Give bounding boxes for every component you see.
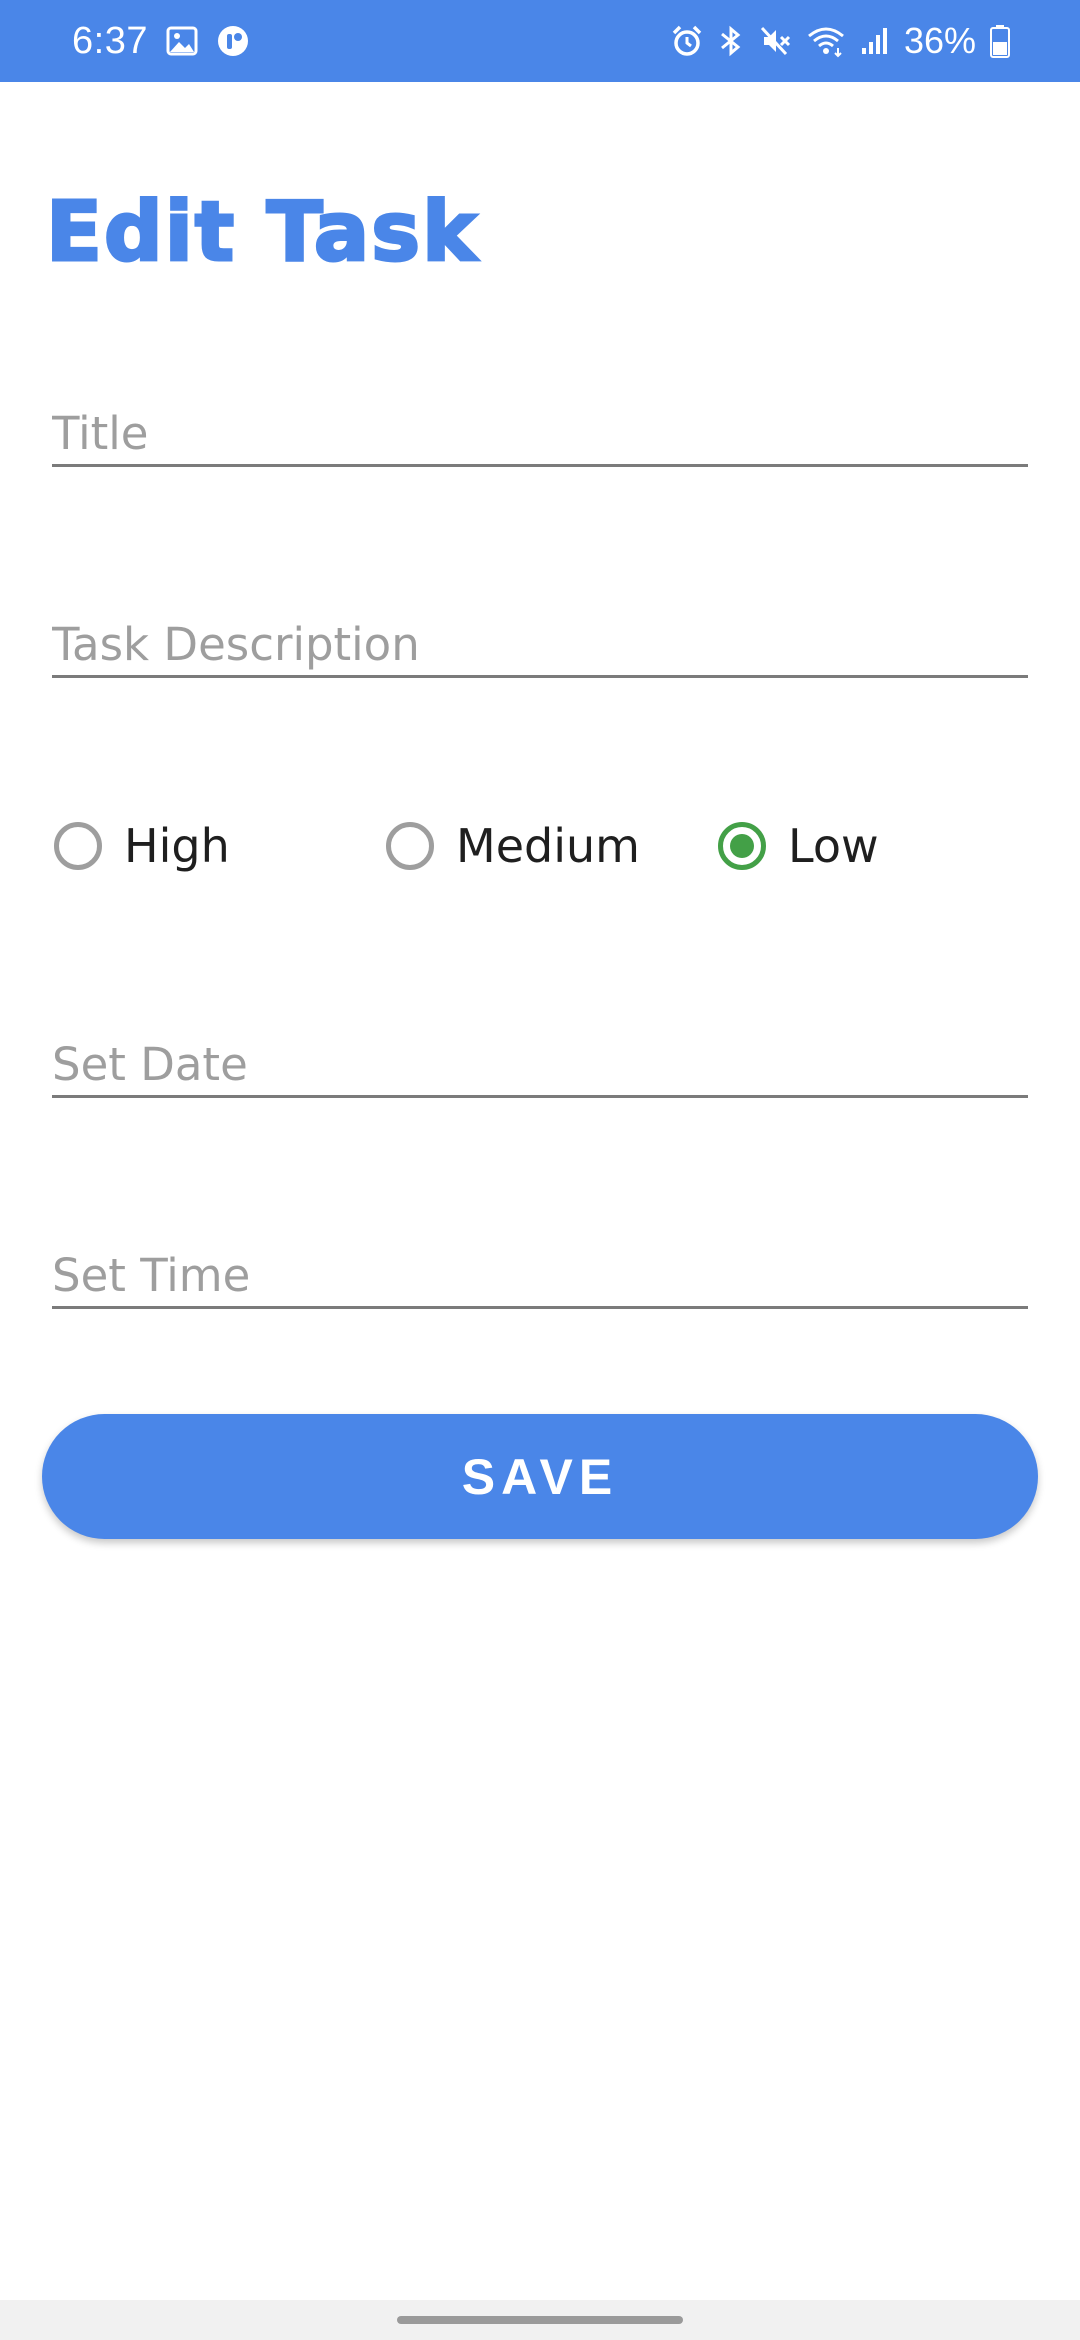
priority-option-label: Low <box>788 819 879 873</box>
set-time-field[interactable] <box>52 1229 1028 1309</box>
navigation-bar <box>0 2300 1080 2340</box>
battery-percent: 36% <box>903 20 976 61</box>
mute-icon <box>758 24 792 58</box>
title-input[interactable] <box>52 407 1028 460</box>
bluetooth-icon <box>718 24 744 58</box>
priority-option-medium[interactable]: Medium <box>386 808 640 884</box>
alarm-icon <box>670 24 704 58</box>
status-left: 6:37 <box>72 0 250 82</box>
signal-icon <box>860 26 890 56</box>
page-title: Edit Task <box>45 185 479 280</box>
task-description-input[interactable] <box>52 618 1028 671</box>
image-icon <box>166 26 198 56</box>
title-field[interactable] <box>52 387 1028 467</box>
status-time: 6:37 <box>72 19 148 62</box>
priority-option-low[interactable]: Low <box>718 808 879 884</box>
save-button[interactable]: SAVE <box>42 1414 1038 1539</box>
status-bar: 6:37 36% <box>0 0 1080 82</box>
radio-checked-icon[interactable] <box>718 822 766 870</box>
priority-option-label: Medium <box>456 819 640 873</box>
task-description-field[interactable] <box>52 598 1028 678</box>
priority-option-label: High <box>124 819 230 873</box>
radio-unchecked-icon[interactable] <box>386 822 434 870</box>
priority-option-high[interactable]: High <box>54 808 230 884</box>
radio-dot <box>730 834 754 858</box>
set-date-field[interactable] <box>52 1018 1028 1098</box>
battery-icon <box>990 24 1010 58</box>
wifi-icon <box>806 24 846 58</box>
app-notification-icon <box>216 24 250 58</box>
home-indicator[interactable] <box>397 2316 683 2324</box>
set-date-input[interactable] <box>52 1038 1028 1091</box>
status-right: 36% <box>670 0 1010 82</box>
priority-radio-group: High Medium Low <box>54 808 1034 884</box>
radio-unchecked-icon[interactable] <box>54 822 102 870</box>
set-time-input[interactable] <box>52 1249 1028 1302</box>
